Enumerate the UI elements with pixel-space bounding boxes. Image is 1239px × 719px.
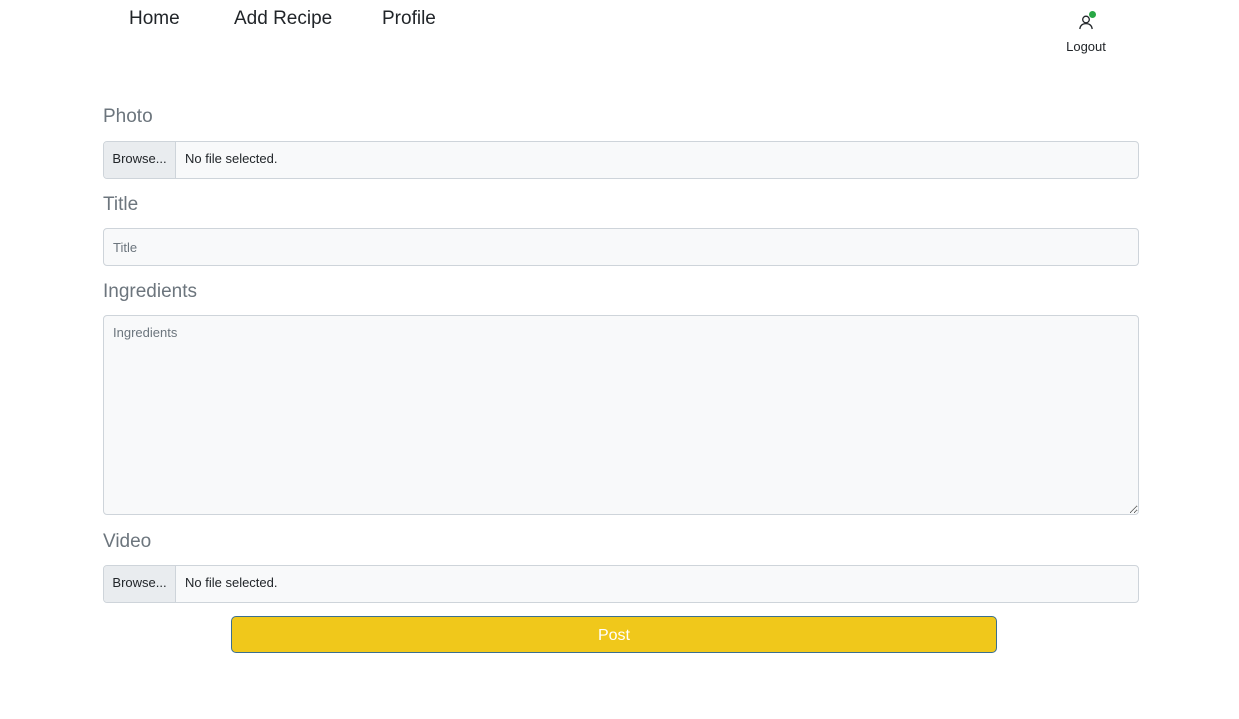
ingredients-textarea[interactable]: [103, 315, 1139, 515]
title-input[interactable]: [103, 228, 1139, 266]
post-button[interactable]: Post: [231, 616, 997, 653]
logout-button[interactable]: Logout: [1060, 11, 1112, 54]
video-browse-button[interactable]: Browse...: [104, 566, 176, 602]
top-navbar: Home Add Recipe Profile Logout: [0, 0, 1239, 70]
photo-file-status: No file selected.: [185, 151, 278, 166]
logout-label: Logout: [1066, 39, 1106, 54]
video-file-input[interactable]: Browse... No file selected.: [103, 565, 1139, 603]
photo-label: Photo: [103, 106, 153, 127]
photo-browse-button[interactable]: Browse...: [104, 142, 176, 178]
video-label: Video: [103, 531, 152, 552]
title-label: Title: [103, 194, 139, 215]
nav-add-recipe-link[interactable]: Add Recipe: [234, 8, 332, 30]
online-status-dot: [1089, 11, 1096, 18]
photo-file-input[interactable]: Browse... No file selected.: [103, 141, 1139, 179]
ingredients-label: Ingredients: [103, 281, 198, 302]
nav-profile-link[interactable]: Profile: [382, 8, 436, 30]
user-icon: [1076, 11, 1096, 32]
video-file-status: No file selected.: [185, 575, 278, 590]
nav-home-link[interactable]: Home: [129, 8, 180, 30]
